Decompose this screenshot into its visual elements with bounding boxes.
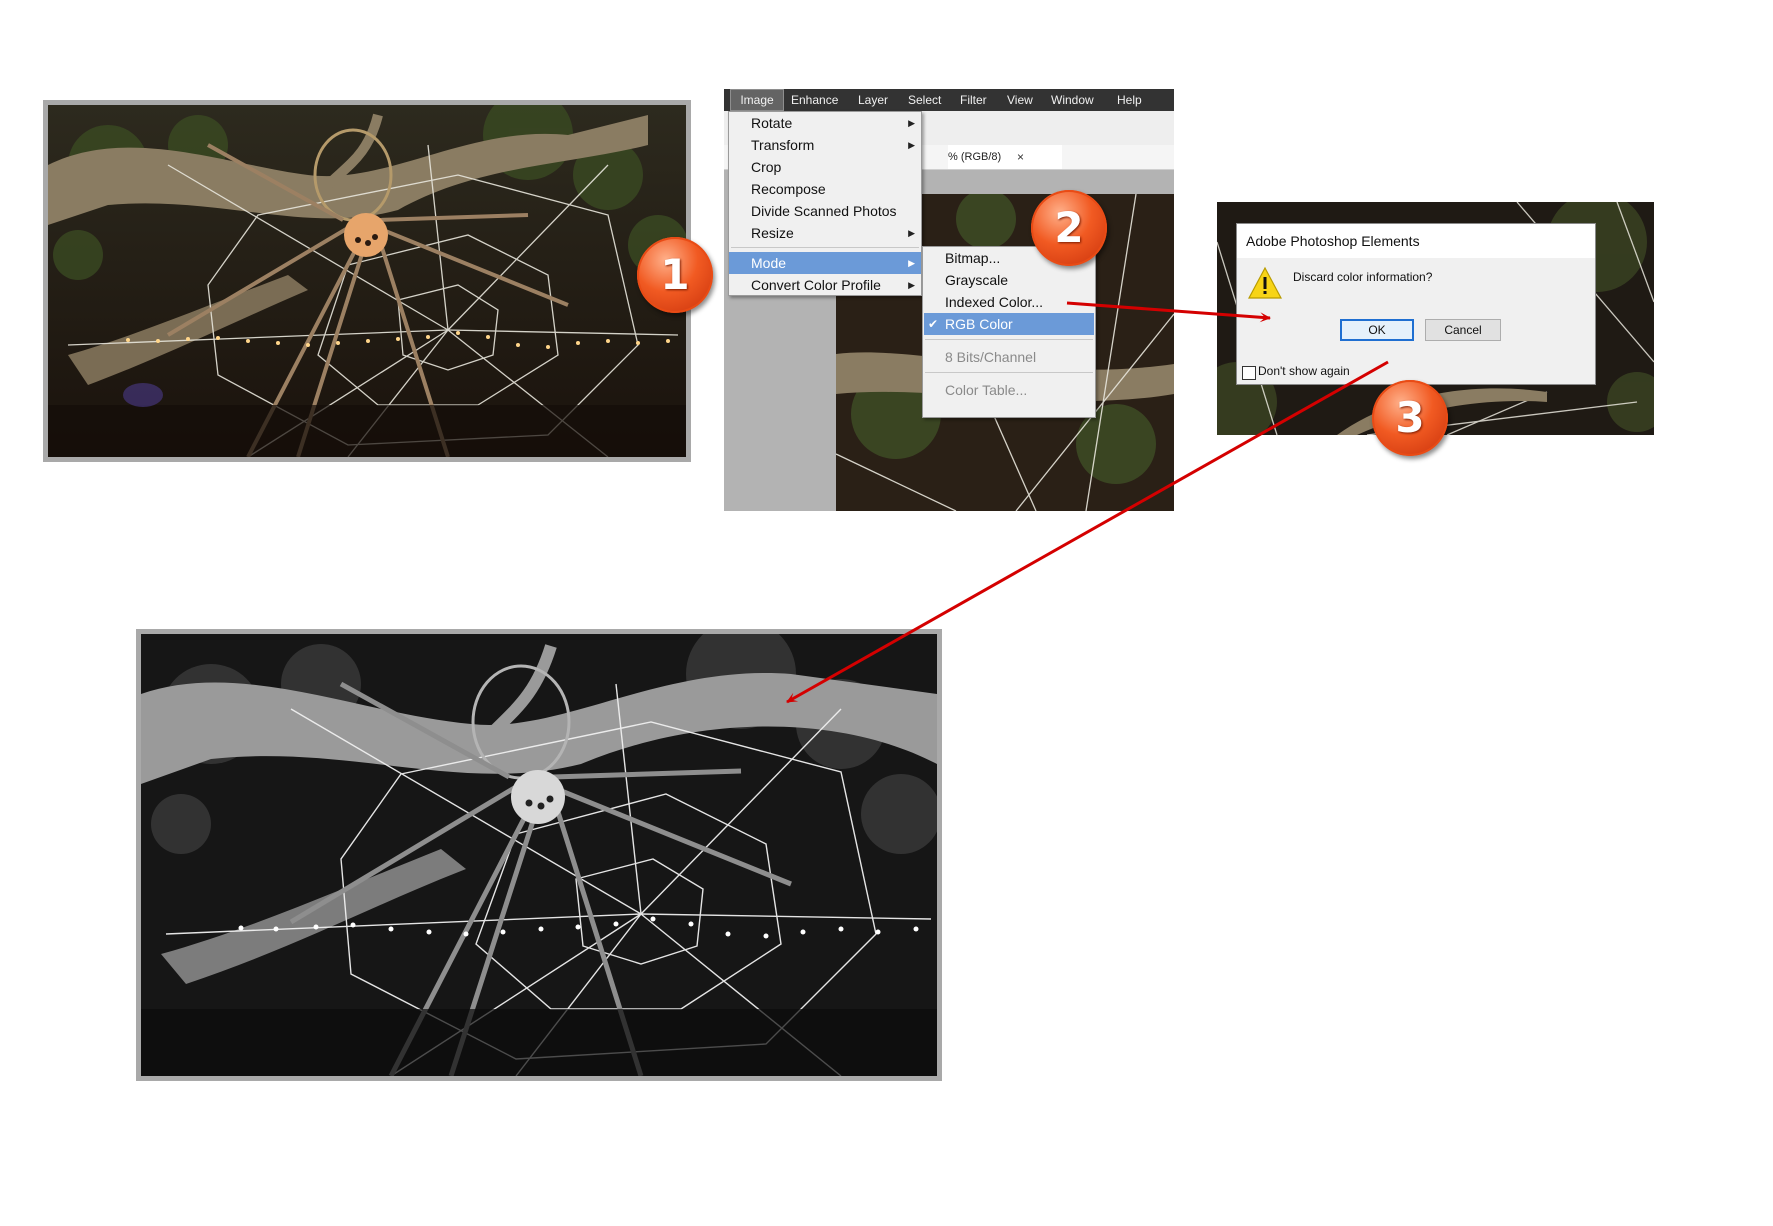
menu-bar: Image Enhance Layer Select Filter View W… xyxy=(724,89,1174,111)
check-mark-icon: ✔ xyxy=(928,317,939,331)
step-1-number: 1 xyxy=(660,250,690,299)
menubar-window[interactable]: Window xyxy=(1051,89,1094,111)
submenu-arrow-icon: ▶ xyxy=(908,228,915,238)
submenu-item-8-bits-channel: 8 Bits/Channel xyxy=(945,349,1037,365)
menu-item-resize[interactable]: Resize ▶ xyxy=(729,222,921,244)
mode-menu-screenshot: Image Enhance Layer Select Filter View W… xyxy=(724,89,1174,511)
dialog-message: Discard color information? xyxy=(1293,270,1433,284)
submenu-item-color-table: Color Table... xyxy=(945,382,1028,398)
cancel-button[interactable]: Cancel xyxy=(1425,319,1501,341)
submenu-arrow-icon: ▶ xyxy=(908,258,915,268)
menubar-image[interactable]: Image xyxy=(730,89,784,111)
menu-separator xyxy=(731,247,919,248)
dialog-titlebar: Adobe Photoshop Elements xyxy=(1237,224,1595,258)
menu-item-crop[interactable]: Crop xyxy=(729,156,921,178)
document-tab[interactable]: % (RGB/8) xyxy=(948,145,1062,169)
submenu-arrow-icon: ▶ xyxy=(908,280,915,290)
dont-show-again-label: Don't show again xyxy=(1258,364,1350,378)
menubar-view[interactable]: View xyxy=(1007,89,1033,111)
menubar-filter[interactable]: Filter xyxy=(960,89,987,111)
step-2-number: 2 xyxy=(1054,203,1084,252)
menu-item-rotate[interactable]: Rotate ▶ xyxy=(729,112,921,134)
spider-web-scene-grayscale xyxy=(141,634,937,1076)
menu-separator xyxy=(925,339,1093,340)
dialog-title: Adobe Photoshop Elements xyxy=(1246,233,1420,249)
dialog-box: Adobe Photoshop Elements Discard color i… xyxy=(1236,223,1596,385)
warning-icon xyxy=(1248,266,1282,299)
menu-item-transform[interactable]: Transform ▶ xyxy=(729,134,921,156)
step-1-badge: 1 xyxy=(637,237,713,313)
ok-button[interactable]: OK xyxy=(1340,319,1414,341)
submenu-item-grayscale[interactable]: Grayscale xyxy=(923,269,1095,291)
document-tab-label: % (RGB/8) xyxy=(948,151,1002,163)
dont-show-again-checkbox[interactable] xyxy=(1242,366,1256,380)
menubar-help[interactable]: Help xyxy=(1117,89,1142,111)
submenu-item-indexed-color[interactable]: Indexed Color... xyxy=(923,291,1095,313)
submenu-arrow-icon: ▶ xyxy=(908,118,915,128)
grayscale-result-photo xyxy=(136,629,942,1081)
close-tab-icon[interactable]: × xyxy=(1017,145,1024,169)
menubar-layer[interactable]: Layer xyxy=(858,89,888,111)
menubar-select[interactable]: Select xyxy=(908,89,941,111)
step-2-badge: 2 xyxy=(1031,190,1107,266)
menu-item-mode[interactable]: Mode ▶ xyxy=(729,252,921,274)
menu-item-recompose[interactable]: Recompose xyxy=(729,178,921,200)
menu-item-convert-color-profile[interactable]: Convert Color Profile ▶ xyxy=(729,274,921,296)
step-3-badge: 3 xyxy=(1372,380,1448,456)
spider-web-scene-color xyxy=(48,105,686,457)
step-3-number: 3 xyxy=(1395,393,1425,442)
submenu-item-rgb-color[interactable]: ✔ RGB Color xyxy=(924,313,1094,335)
mode-submenu: Bitmap... Grayscale Indexed Color... ✔ R… xyxy=(922,246,1096,418)
original-color-photo xyxy=(43,100,691,462)
menu-item-divide-scanned-photos[interactable]: Divide Scanned Photos xyxy=(729,200,921,222)
menubar-enhance[interactable]: Enhance xyxy=(791,89,838,111)
image-menu-dropdown: Rotate ▶ Transform ▶ Crop Recompose Divide… xyxy=(728,111,922,296)
submenu-arrow-icon: ▶ xyxy=(908,140,915,150)
menu-separator xyxy=(925,372,1093,373)
